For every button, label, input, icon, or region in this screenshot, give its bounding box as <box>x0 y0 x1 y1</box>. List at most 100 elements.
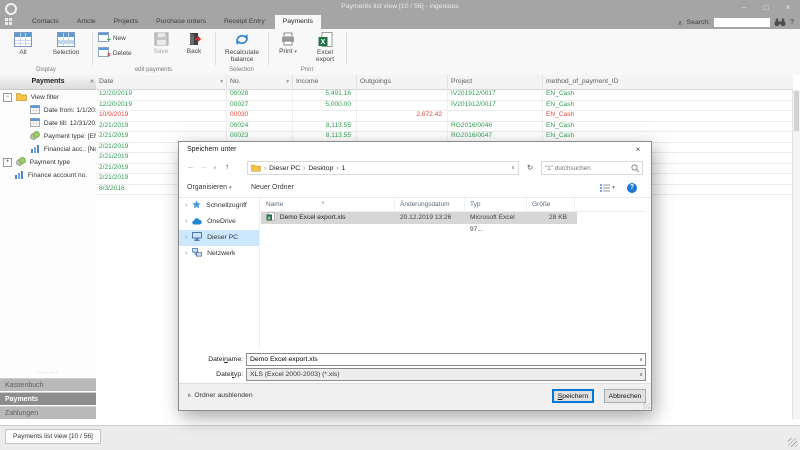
hide-folders-button[interactable]: ∧ Ordner ausblenden <box>187 392 253 399</box>
column-header-income[interactable]: Income <box>293 75 357 89</box>
forward-nav-icon[interactable]: → <box>200 162 208 171</box>
filter-arrow-icon[interactable]: ▾ <box>286 75 289 89</box>
minimize-button[interactable]: – <box>734 1 754 14</box>
back-button[interactable]: Back <box>178 31 210 55</box>
tab-payments[interactable]: Payments <box>274 15 321 29</box>
tree-item-finance-account-no[interactable]: Finance account no. <box>0 169 96 182</box>
breadcrumb-desktop[interactable]: Desktop <box>308 165 333 172</box>
file-column-modified[interactable]: Änderungsdatum <box>395 198 465 211</box>
excel-export-icon: X <box>318 32 332 47</box>
filetype-select[interactable]: XLS (Excel 2000-2003) (*.xls) <box>246 368 646 381</box>
dialog-resize-grip[interactable] <box>643 402 650 409</box>
tab-receipt-entry[interactable]: Receipt Entry <box>216 15 273 29</box>
cancel-dialog-button[interactable]: Abbrechen <box>604 389 646 403</box>
floppy-icon <box>154 32 168 46</box>
column-header-method-of-payment[interactable]: method_of_payment_ID <box>543 75 793 89</box>
panel-zahlungen[interactable]: Zahlungen <box>0 406 96 419</box>
tree-item-payment-type[interactable]: + Payment type <box>0 156 96 169</box>
expand-chevron-icon[interactable]: › <box>185 250 187 257</box>
filter-sidebar: Payments « − View filter Date from: 1/1/… <box>0 75 120 425</box>
expand-chevron-icon[interactable]: › <box>185 218 187 225</box>
sidebar-splitter[interactable]: ······· <box>0 370 96 377</box>
breadcrumb-dieser-pc[interactable]: Dieser PC <box>269 165 300 172</box>
tab-contacts[interactable]: Contacts <box>24 15 67 29</box>
expand-chevron-icon[interactable]: › <box>185 234 187 241</box>
column-header-no[interactable]: ▾ No. <box>227 75 293 89</box>
tree-item-payment-type-filter[interactable]: Payment type: [EN_Cash] <box>0 130 120 143</box>
view-mode-button[interactable]: ▾ <box>600 184 615 192</box>
tab-article[interactable]: Article <box>69 15 104 29</box>
resize-grip[interactable] <box>788 438 797 447</box>
help-button[interactable]: ? <box>790 19 794 26</box>
grid-scrollbar[interactable] <box>792 89 800 419</box>
filter-arrow-icon[interactable]: ▾ <box>220 75 223 89</box>
up-nav-icon[interactable]: ↑ <box>225 162 229 171</box>
collapse-ribbon-icon[interactable]: ∧ <box>678 19 683 27</box>
file-row-selected[interactable]: X Demo Excel export.xls 20.12.2019 13:26… <box>261 212 577 233</box>
refresh-icon[interactable]: ↻ <box>523 161 537 175</box>
collapse-node-icon[interactable]: − <box>3 93 12 102</box>
scrollbar-thumb[interactable] <box>794 91 799 131</box>
tab-purchase-orders[interactable]: Purchase orders <box>148 15 214 29</box>
viewmode-dropdown-icon: ▾ <box>612 185 615 191</box>
maximize-button[interactable]: □ <box>756 1 776 14</box>
all-button[interactable]: All <box>4 31 42 56</box>
new-folder-button[interactable]: Neuer Ordner <box>251 184 294 191</box>
delete-button[interactable]: × Delete <box>98 47 144 60</box>
organize-menu[interactable]: Organisieren ▾ <box>187 184 232 191</box>
help-info-icon[interactable]: ? <box>627 183 637 193</box>
tree-item-financial-acc-filter[interactable]: Financial acc.: [No filter] <box>0 143 114 156</box>
filename-input[interactable] <box>246 353 646 366</box>
tab-projects[interactable]: Projects <box>106 15 147 29</box>
nav-item-quick-access[interactable]: › Schnellzugriff <box>179 198 259 214</box>
print-button[interactable]: Print ▾ <box>272 31 304 56</box>
close-button[interactable]: × <box>778 1 798 14</box>
panel-payments[interactable]: Payments <box>0 392 96 405</box>
expand-node-icon[interactable]: + <box>3 158 12 167</box>
dialog-close-button[interactable]: × <box>625 142 651 158</box>
dialog-footer: ∧ Ordner ausblenden Speichern Abbrechen <box>179 383 651 410</box>
tree-item-view-filter[interactable]: − View filter <box>0 91 96 104</box>
address-dropdown-icon[interactable]: ∨ <box>511 165 515 171</box>
app-menu-button[interactable] <box>5 18 18 27</box>
nav-item-onedrive[interactable]: › OneDrive <box>179 214 259 230</box>
dialog-search-box[interactable] <box>541 161 643 175</box>
column-header-outgoings[interactable]: Outgoings <box>357 75 448 89</box>
recent-locations-icon[interactable]: ∨ <box>213 165 217 171</box>
new-button[interactable]: + New <box>98 32 144 45</box>
search-label: Search: <box>686 19 711 26</box>
filetype-dropdown-icon[interactable]: ∨ <box>639 372 643 378</box>
view-tab-payments-list[interactable]: Payments list view [10 / 56] <box>5 429 101 444</box>
expand-chevron-icon[interactable]: › <box>185 202 187 209</box>
filter-tree: − View filter Date from: 1/1/2016 Date t… <box>0 91 120 182</box>
file-column-name[interactable]: Name ∧ <box>261 198 395 211</box>
filename-dropdown-icon[interactable]: ∨ <box>639 357 643 363</box>
excel-file-icon: X <box>266 212 275 221</box>
new-icon: + <box>98 32 111 44</box>
file-column-type[interactable]: Typ <box>465 198 527 211</box>
binoculars-icon[interactable] <box>774 18 786 27</box>
search-input[interactable] <box>714 18 771 27</box>
column-header-project[interactable]: Project <box>448 75 543 89</box>
sidebar-collapse-button[interactable]: « <box>90 78 94 85</box>
filetype-label: Dateityp: <box>216 371 243 378</box>
nav-item-this-pc[interactable]: › Dieser PC <box>179 230 259 246</box>
save-dialog-button[interactable]: Speichern <box>552 389 594 403</box>
dialog-toolbar: Organisieren ▾ Neuer Ordner ▾ ? <box>179 180 651 198</box>
breadcrumb-folder-1[interactable]: 1 <box>341 165 345 172</box>
panel-kassenbuch[interactable]: Kassenbuch <box>0 378 96 391</box>
file-column-size[interactable]: Größe <box>527 198 575 211</box>
cloud-icon <box>192 218 202 225</box>
column-header-date[interactable]: ▾ Date <box>96 75 227 89</box>
dialog-search-input[interactable] <box>542 162 632 174</box>
nav-item-network[interactable]: › Netzwerk <box>179 246 259 262</box>
back-nav-icon[interactable]: ← <box>187 162 195 171</box>
tree-item-date-from[interactable]: Date from: 1/1/2016 <box>0 104 102 117</box>
breadcrumb[interactable]: › Dieser PC › Desktop › 1 ∨ <box>247 161 519 175</box>
selection-button[interactable]: Selection <box>44 31 88 56</box>
tree-item-date-till[interactable]: Date till: 12/31/2019 <box>0 117 103 130</box>
folder-icon <box>251 164 261 172</box>
excel-export-button[interactable]: X Excel export <box>306 31 344 63</box>
recalculate-balance-button[interactable]: Recalculate balance <box>219 31 265 63</box>
filename-label: Dateiname: <box>208 356 243 363</box>
